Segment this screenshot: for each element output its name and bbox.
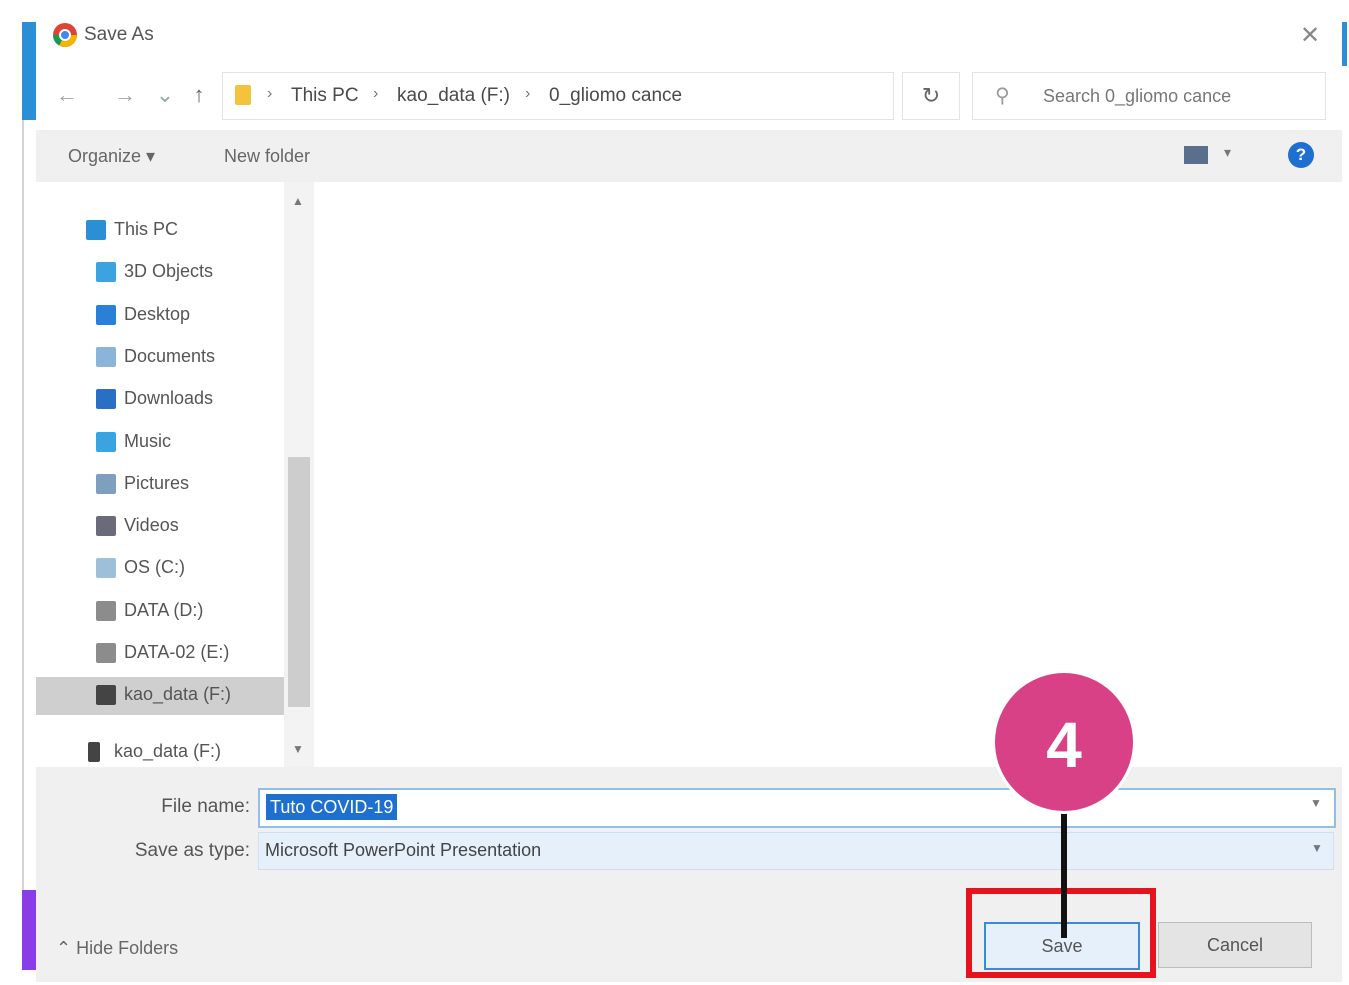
new-folder-button[interactable]: New folder <box>224 146 310 167</box>
sidebar-item-label: 3D Objects <box>124 261 214 282</box>
breadcrumb-drive[interactable]: kao_data (F:) <box>397 85 510 107</box>
cancel-button[interactable]: Cancel <box>1158 922 1312 968</box>
forward-arrow-icon[interactable]: → <box>112 82 138 108</box>
sidebar-item-label: This PC <box>114 219 179 239</box>
sidebar-item-os-c[interactable]: OS (C:) <box>36 550 284 588</box>
address-bar[interactable]: › This PC › kao_data (F:) › 0_gliomo can… <box>222 72 1062 120</box>
sidebar-item-videos[interactable]: Videos <box>36 508 284 546</box>
scrollbar-thumb[interactable] <box>288 457 310 707</box>
up-arrow-icon[interactable]: ↑ <box>186 82 212 108</box>
sidebar-item-label: Documents <box>124 345 216 366</box>
sidebar-item-data-d[interactable]: DATA (D:) <box>36 593 284 631</box>
save-type-label: Save as type: <box>134 840 250 861</box>
step-number-badge: 4 <box>992 670 1136 814</box>
usb-drive-icon <box>96 685 116 706</box>
help-icon[interactable]: ? <box>1288 142 1314 168</box>
navigation-pane: This PC 3D Objects Desktop Documents Downloa… <box>36 182 314 767</box>
document-icon <box>96 346 116 367</box>
address-row: ← → ⌄ ↑ › This PC › kao_data (F:) › 0_gl… <box>36 60 1342 130</box>
title-bar: Save As ✕ <box>36 10 1342 60</box>
search-icon: ⚲ <box>995 85 1010 107</box>
save-as-dialog: Save As ✕ ← → ⌄ ↑ › This PC › kao_data (… <box>36 10 1342 982</box>
drive-icon <box>96 643 116 663</box>
sidebar-item-documents[interactable]: Documents <box>36 339 284 377</box>
search-input[interactable]: ⚲ Search 0_gliomo cance <box>972 72 1326 120</box>
hide-folders-button[interactable]: ⌃ Hide Folders <box>56 938 178 959</box>
sidebar-item-kao-data-f[interactable]: kao_data (F:) <box>36 677 284 716</box>
sidebar-item-this-pc[interactable]: This PC <box>36 212 284 250</box>
organize-button[interactable]: Organize ▾ <box>68 146 155 167</box>
chevron-down-icon[interactable]: ▾ <box>1224 144 1231 161</box>
scroll-down-icon[interactable]: ▼ <box>292 742 304 756</box>
save-type-value: Microsoft PowerPoint Presentation <box>265 840 542 860</box>
window-title: Save As <box>84 24 154 45</box>
view-options-icon[interactable] <box>1184 146 1208 164</box>
background-window-accent <box>22 890 36 970</box>
sidebar-item-label: Videos <box>124 515 179 536</box>
search-placeholder: Search 0_gliomo cance <box>1043 86 1232 106</box>
sidebar-item-3d-objects[interactable]: 3D Objects <box>36 254 284 292</box>
video-icon <box>96 516 116 537</box>
sidebar-item-label: Pictures <box>124 472 190 493</box>
chevron-down-icon[interactable]: ▼ <box>1311 841 1323 855</box>
background-window-border <box>22 120 24 890</box>
file-name-label: File name: <box>161 796 250 817</box>
refresh-button[interactable]: ↻ <box>902 72 960 120</box>
sidebar-item-desktop[interactable]: Desktop <box>36 297 284 335</box>
usb-drive-icon <box>88 742 100 762</box>
background-window-edge <box>22 22 36 120</box>
music-icon <box>96 431 116 452</box>
sidebar-item-kao-data-bottom[interactable]: kao_data (F:) <box>36 734 284 772</box>
breadcrumb-separator: › <box>373 85 379 102</box>
breadcrumb-separator: › <box>525 85 531 102</box>
sidebar-item-label: Desktop <box>124 303 191 324</box>
sidebar-item-data-02-e[interactable]: DATA-02 (E:) <box>36 635 284 673</box>
sidebar-item-label: OS (C:) <box>124 557 185 578</box>
sidebar-item-pictures[interactable]: Pictures <box>36 466 284 504</box>
sidebar-item-label: kao_data (F:) <box>114 741 222 761</box>
desktop-icon <box>96 304 116 325</box>
file-name-field[interactable]: Tuto COVID-19 ▼ <box>258 788 1336 828</box>
drive-icon <box>96 600 116 621</box>
close-button[interactable]: ✕ <box>1292 18 1328 54</box>
save-type-select[interactable]: Microsoft PowerPoint Presentation ▼ <box>258 832 1334 870</box>
sidebar-item-music[interactable]: Music <box>36 424 284 462</box>
sidebar-item-label: Downloads <box>124 388 214 409</box>
folder-icon <box>235 85 251 105</box>
command-toolbar: Organize ▾ New folder ▾ ? <box>36 130 1342 182</box>
recent-locations-icon[interactable]: ⌄ <box>152 82 178 108</box>
chevron-down-icon[interactable]: ▼ <box>1310 796 1322 810</box>
nav-scrollbar[interactable]: ▲ ▼ <box>284 182 314 767</box>
sidebar-item-label: DATA (D:) <box>124 599 204 620</box>
cube-icon <box>96 262 116 283</box>
sidebar-item-label: kao_data (F:) <box>124 684 232 705</box>
breadcrumb-separator: › <box>267 85 273 102</box>
pc-icon <box>86 220 106 240</box>
drive-icon <box>96 558 116 579</box>
sidebar-item-label: Music <box>124 430 172 451</box>
file-name-value: Tuto COVID-19 <box>266 794 398 820</box>
scroll-up-icon[interactable]: ▲ <box>292 194 304 208</box>
chrome-app-icon <box>52 23 77 48</box>
file-list-area[interactable] <box>314 182 1342 767</box>
download-icon <box>96 389 116 410</box>
breadcrumb-folder[interactable]: 0_gliomo cance <box>549 85 682 107</box>
sidebar-item-label: DATA-02 (E:) <box>124 642 230 662</box>
breadcrumb-this-pc[interactable]: This PC <box>291 85 359 107</box>
picture-icon <box>96 473 116 494</box>
back-arrow-icon[interactable]: ← <box>54 82 80 108</box>
sidebar-item-downloads[interactable]: Downloads <box>36 381 284 419</box>
